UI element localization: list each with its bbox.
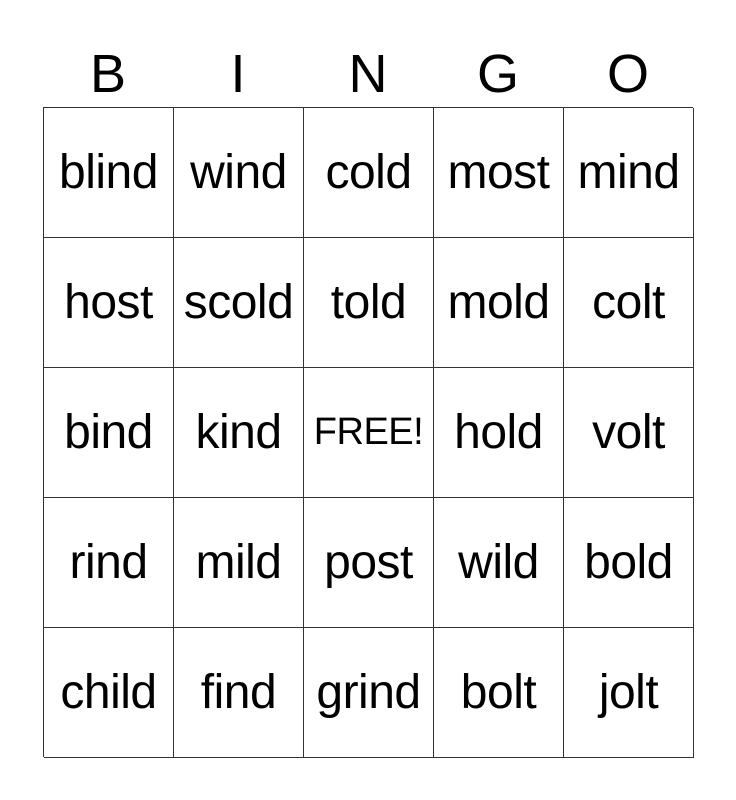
bingo-cell: mild [174,498,304,628]
bingo-cell: kind [174,368,304,498]
bingo-cell: volt [564,368,694,498]
bingo-cell: child [44,628,174,758]
bingo-cell: mold [434,238,564,368]
bingo-cell: bolt [434,628,564,758]
header-letter-n: N [348,44,388,104]
bingo-cell: mind [564,108,694,238]
bingo-cell: told [304,238,434,368]
bingo-card-grid: blind wind cold most mind host scold tol… [43,107,694,758]
header-letter-g: G [476,44,519,104]
bingo-cell: cold [304,108,434,238]
bingo-cell: host [44,238,174,368]
bingo-cell: rind [44,498,174,628]
bingo-cell: bind [44,368,174,498]
free-space-cell: FREE! [304,368,434,498]
bingo-cell: most [434,108,564,238]
bingo-cell: blind [44,108,174,238]
bingo-cell: post [304,498,434,628]
bingo-cell: hold [434,368,564,498]
bingo-cell: wild [434,498,564,628]
header-letter-o: O [606,44,649,104]
bingo-cell: grind [304,628,434,758]
bingo-cell: bold [564,498,694,628]
bingo-header: B I N G O [43,44,693,104]
header-letter-b: B [89,44,127,104]
header-letter-i: I [230,44,246,104]
bingo-cell: wind [174,108,304,238]
bingo-cell: scold [174,238,304,368]
bingo-cell: colt [564,238,694,368]
bingo-cell: jolt [564,628,694,758]
bingo-cell: find [174,628,304,758]
